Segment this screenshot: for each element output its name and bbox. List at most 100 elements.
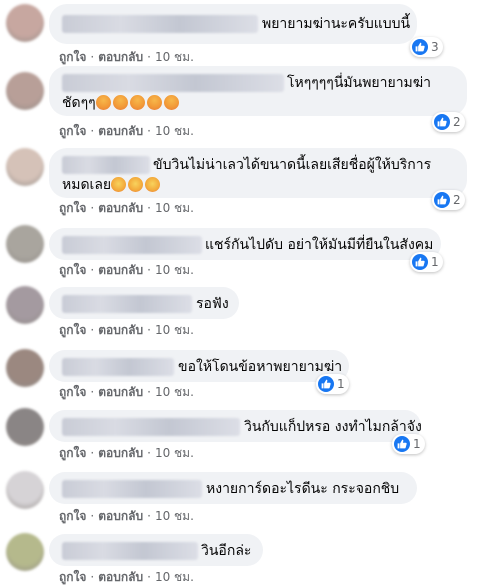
separator-dot: · [90,446,95,460]
author-name-blurred[interactable] [62,15,258,33]
comment-text-line2: ชัดๆๆ [62,94,181,113]
like-count: 2 [453,115,461,129]
like-link[interactable]: ถูกใจ [59,263,86,277]
separator-dot: · [90,124,95,138]
timestamp[interactable]: 10 ชม. [155,323,194,337]
comment-actions: ถูกใจ · ตอบกลับ · 10 ชม. [59,199,194,218]
avatar[interactable] [6,349,44,387]
reply-link[interactable]: ตอบกลับ [98,323,143,337]
reaction-count[interactable]: 1 [410,252,443,272]
comment-actions: ถูกใจ · ตอบกลับ · 10 ชม. [59,122,194,141]
comment-text: แชร์กันไปดับ อย่าให้มันมีที่ยืนในสังคม [205,237,434,253]
author-name-blurred[interactable] [62,358,174,376]
comment-actions: ถูกใจ · ตอบกลับ · 10 ชม. [59,48,194,67]
like-icon [394,436,410,452]
author-name-blurred[interactable] [62,295,192,313]
comment-text-line2: หมดเลย [62,176,162,195]
timestamp[interactable]: 10 ชม. [155,446,194,460]
like-icon [412,254,428,270]
avatar[interactable] [6,471,44,509]
reply-link[interactable]: ตอบกลับ [98,124,143,138]
separator-dot: · [147,124,151,138]
angry-emoji-icon [146,95,162,110]
like-link[interactable]: ถูกใจ [59,50,86,64]
reaction-count[interactable]: 1 [392,434,425,454]
separator-dot: · [147,509,151,523]
reply-link[interactable]: ตอบกลับ [98,201,143,215]
avatar[interactable] [6,225,44,263]
reaction-count[interactable]: 1 [316,374,349,394]
separator-dot: · [147,323,151,337]
like-link[interactable]: ถูกใจ [59,509,86,523]
like-link[interactable]: ถูกใจ [59,446,86,460]
like-icon [434,114,450,130]
comment-text: ขอให้โดนข้อหาพยายามฆ่า [178,359,343,375]
comment-text: พยายามฆ่านะครับแบบนี้ [262,16,411,32]
cry-emoji-icon [111,177,127,192]
timestamp[interactable]: 10 ชม. [155,570,194,584]
comment-text: วินกับแก็ปหรอ งงทำไมกล้าจัง [244,419,422,435]
timestamp[interactable]: 10 ชม. [155,50,194,64]
timestamp[interactable]: 10 ชม. [155,385,194,399]
separator-dot: · [147,385,151,399]
author-name-blurred[interactable] [62,156,150,174]
separator-dot: · [90,509,95,523]
like-link[interactable]: ถูกใจ [59,570,86,584]
comment-text: โหๆๆๆๆนี่มันพยายามฆ่า [287,75,432,91]
timestamp[interactable]: 10 ชม. [155,509,194,523]
like-link[interactable]: ถูกใจ [59,323,86,337]
author-name-blurred[interactable] [62,480,202,498]
comment-actions: ถูกใจ · ตอบกลับ · 10 ชม. [59,444,194,463]
separator-dot: · [147,50,151,64]
reply-link[interactable]: ตอบกลับ [98,50,143,64]
like-icon [434,192,450,208]
like-count: 2 [453,193,461,207]
timestamp[interactable]: 10 ชม. [155,201,194,215]
like-link[interactable]: ถูกใจ [59,201,86,215]
avatar[interactable] [6,4,44,42]
timestamp[interactable]: 10 ชม. [155,124,194,138]
like-count: 1 [337,377,345,391]
like-icon [412,39,428,55]
avatar[interactable] [6,408,44,446]
reply-link[interactable]: ตอบกลับ [98,263,143,277]
separator-dot: · [90,263,95,277]
author-name-blurred[interactable] [62,418,240,436]
angry-emoji-icon [112,95,128,110]
like-icon [318,376,334,392]
reaction-count[interactable]: 2 [432,190,465,210]
comment-text: วินอีกล่ะ [201,543,252,559]
reaction-count[interactable]: 3 [410,37,443,57]
separator-dot: · [90,385,95,399]
separator-dot: · [147,570,151,584]
separator-dot: · [147,446,151,460]
separator-dot: · [147,263,151,277]
reaction-count[interactable]: 2 [432,112,465,132]
comment-actions: ถูกใจ · ตอบกลับ · 10 ชม. [59,321,194,340]
angry-emoji-icon [95,95,111,110]
avatar[interactable] [6,148,44,186]
author-name-blurred[interactable] [62,542,198,560]
reply-link[interactable]: ตอบกลับ [98,385,143,399]
comment-text-continued: หมดเลย [62,177,112,193]
like-count: 1 [431,255,439,269]
separator-dot: · [90,50,95,64]
reply-link[interactable]: ตอบกลับ [98,446,143,460]
reply-link[interactable]: ตอบกลับ [98,570,143,584]
author-name-blurred[interactable] [62,236,202,254]
like-count: 3 [431,40,439,54]
timestamp[interactable]: 10 ชม. [155,263,194,277]
like-link[interactable]: ถูกใจ [59,385,86,399]
reply-link[interactable]: ตอบกลับ [98,509,143,523]
avatar[interactable] [6,533,44,571]
comment-text: หงายการ์ดอะไรดีนะ กระจอกชิบ [206,481,400,497]
like-link[interactable]: ถูกใจ [59,124,86,138]
avatar[interactable] [6,72,44,110]
cry-emoji-icon [145,177,161,192]
angry-emoji-icon [163,95,179,110]
comment-actions: ถูกใจ · ตอบกลับ · 10 ชม. [59,568,194,587]
author-name-blurred[interactable] [62,74,284,92]
comment-text: ขับวินไม่น่าเลวได้ขนาดนี้เลยเสียชื่อผู้ใ… [153,157,432,173]
separator-dot: · [90,323,95,337]
avatar[interactable] [6,286,44,324]
